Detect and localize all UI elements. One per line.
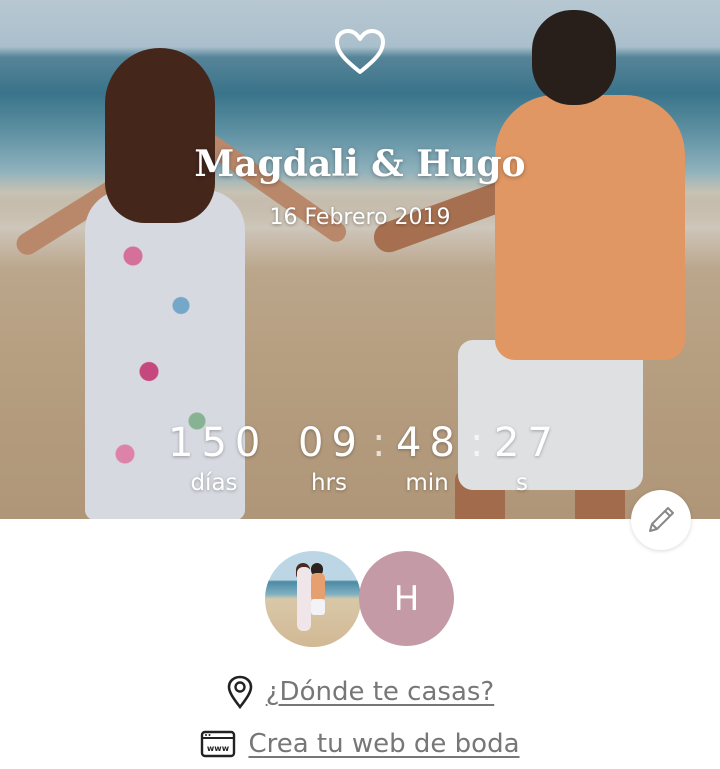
avatar-photo-woman [297, 567, 311, 631]
countdown-minutes: 48 [396, 420, 463, 466]
where-married-link[interactable]: ¿Dónde te casas? [266, 677, 494, 707]
avatar-initial-letter: H [393, 578, 420, 619]
where-married-link-row[interactable]: ¿Dónde te casas? [0, 673, 720, 711]
avatar-couple-photo[interactable] [265, 551, 361, 647]
avatar-photo-man [311, 573, 325, 601]
couple-name: Magdali & Hugo [194, 143, 526, 185]
countdown-seconds-label: s [516, 470, 528, 496]
countdown-seconds: 27 [494, 420, 561, 466]
countdown: 150 09 : 48 : 27 días hrs min s [0, 420, 720, 510]
countdown-hours: 09 [298, 420, 365, 466]
svg-text:www: www [207, 744, 230, 753]
www-browser-icon: www [200, 730, 236, 758]
hero-cover-photo: Magdali & Hugo 16 Febrero 2019 150 09 : … [0, 0, 720, 519]
countdown-hours-label: hrs [310, 470, 348, 496]
avatar-photo-man-shorts [311, 599, 325, 615]
wedding-date: 16 Febrero 2019 [269, 205, 451, 230]
countdown-days-label: días [190, 470, 238, 496]
countdown-separator: : [372, 420, 386, 466]
heart-icon [335, 29, 385, 74]
countdown-separator: : [470, 420, 484, 466]
pencil-icon [649, 507, 674, 532]
avatar-initial[interactable]: H [359, 551, 454, 646]
edit-cover-button[interactable] [631, 490, 691, 550]
countdown-days: 150 [168, 420, 269, 466]
create-wedding-web-link-row[interactable]: www Crea tu web de boda [0, 725, 720, 763]
countdown-minutes-label: min [405, 470, 449, 496]
create-wedding-web-link[interactable]: Crea tu web de boda [248, 729, 519, 759]
location-pin-icon [226, 675, 254, 709]
